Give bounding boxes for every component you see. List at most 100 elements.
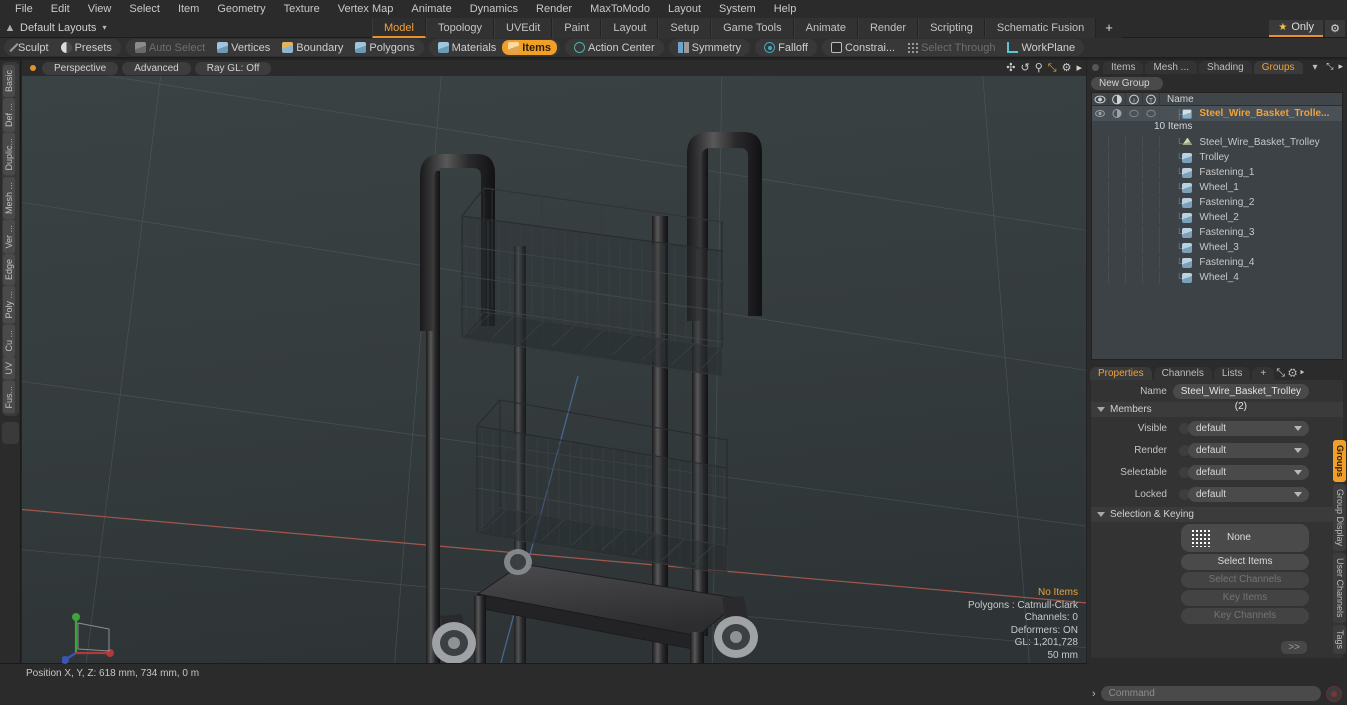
row-toggle-cell[interactable] [1092,151,1109,164]
property-dropdown-visible[interactable]: default [1188,420,1309,436]
layout-tab-game-tools[interactable]: Game Tools [711,18,794,38]
groups-tab-caret[interactable]: ▾ [1305,61,1326,74]
side-tab-groups[interactable]: Groups [1333,440,1346,483]
tool-materials[interactable]: Materials [432,40,503,55]
panel-tab-groups[interactable]: Groups [1253,60,1303,74]
row-toggle-cell[interactable] [1143,271,1160,284]
side-tab-tags[interactable]: Tags [1333,624,1346,654]
properties-tab-[interactable]: + [1252,366,1275,380]
tool-items[interactable]: Items [502,40,558,55]
zoom-icon[interactable]: ⚲ [1035,61,1043,75]
row-toggle-cell[interactable] [1126,226,1143,239]
table-row[interactable]: └ Steel_Wire_Basket_Trolley [1092,135,1342,150]
menu-item-dynamics[interactable]: Dynamics [461,0,527,18]
eye-icon[interactable] [1092,93,1109,106]
left-tab-ver[interactable]: Ver ... [3,219,15,254]
row-toggle-cell[interactable] [1143,151,1160,164]
table-row[interactable]: └ Wheel_2 [1092,210,1342,225]
layout-preset-icon[interactable]: ▲ [0,22,20,34]
layout-tab-paint[interactable]: Paint [552,18,602,38]
layout-preset-label[interactable]: Default Layouts [20,22,100,34]
left-tab-basic[interactable]: Basic [3,65,15,98]
viewport-raygl-button[interactable]: Ray GL: Off [194,61,272,75]
table-row[interactable]: └ Fastening_1 [1092,165,1342,180]
table-row[interactable]: └ Fastening_2 [1092,195,1342,210]
row-toggle-cell[interactable] [1126,196,1143,209]
table-row[interactable]: └ Trolley [1092,150,1342,165]
row-toggle-cell[interactable] [1092,166,1109,179]
render-icon[interactable] [1109,93,1126,106]
row-toggle-cell[interactable] [1109,196,1126,209]
tool-action-center[interactable]: Action Center [568,40,661,55]
left-tab-def[interactable]: Def ... [3,98,15,133]
pan-icon[interactable]: ✣ [1006,61,1015,75]
layout-tab-animate[interactable]: Animate [793,18,858,38]
viewport-projection-button[interactable]: Perspective [42,61,119,75]
viewport-canvas[interactable]: No Items Polygons : Catmull-Clark Channels… [22,76,1086,682]
chevron-right-icon[interactable]: ▸ [1300,367,1304,379]
tool-polygons[interactable]: Polygons [349,40,420,55]
menu-item-geometry[interactable]: Geometry [208,0,274,18]
table-row-selected-group[interactable]: ├ Steel_Wire_Basket_Trolle... [1092,106,1342,121]
tool-presets[interactable]: Presets [55,40,118,55]
menu-item-system[interactable]: System [710,0,765,18]
tool-vertices[interactable]: Vertices [211,40,276,55]
menu-item-layout[interactable]: Layout [659,0,710,18]
row-toggle-cell[interactable] [1109,241,1126,254]
properties-tab-properties[interactable]: Properties [1090,366,1152,380]
row-toggle-cell[interactable] [1126,271,1143,284]
lock-icon[interactable]: i [1126,93,1143,106]
row-toggle-cell[interactable] [1126,211,1143,224]
chevron-right-icon[interactable]: ▸ [1076,61,1082,75]
selection-set-button[interactable]: None [1181,524,1309,552]
row-render-toggle[interactable] [1109,107,1126,120]
row-toggle-cell[interactable] [1143,226,1160,239]
menu-item-file[interactable]: File [6,0,42,18]
menu-item-texture[interactable]: Texture [275,0,329,18]
layout-tab-uvedit[interactable]: UVEdit [494,18,553,38]
left-tab-cu[interactable]: Cu ... [3,324,15,357]
gear-icon[interactable]: ⚙ [1288,367,1297,379]
groups-tree[interactable]: i T Name ├ Steel_Wire_Basket_Trolle... 1… [1091,92,1343,360]
left-tab-mesh[interactable]: Mesh ... [3,176,15,219]
layout-tab-layout[interactable]: Layout [601,18,659,38]
command-input[interactable]: Command [1100,686,1321,701]
row-toggle-cell[interactable] [1109,226,1126,239]
menu-item-maxtomodo[interactable]: MaxToModo [581,0,659,18]
menu-item-render[interactable]: Render [527,0,581,18]
row-lock-toggle[interactable] [1126,107,1143,120]
layout-tab-topology[interactable]: Topology [425,18,495,38]
panel-tab-mesh[interactable]: Mesh ... [1145,60,1198,74]
row-toggle-cell[interactable] [1143,241,1160,254]
menu-item-animate[interactable]: Animate [402,0,460,18]
more-options-button[interactable]: >> [1281,641,1307,654]
row-toggle-cell[interactable] [1143,181,1160,194]
tool-auto-select[interactable]: Auto Select [129,40,211,55]
row-toggle-cell[interactable] [1109,166,1126,179]
name-field[interactable]: Steel_Wire_Basket_Trolley (2) [1172,383,1309,412]
row-toggle-cell[interactable] [1126,181,1143,194]
fit-icon[interactable]: ⤡ [1048,61,1057,75]
row-select-toggle[interactable] [1143,107,1160,120]
viewport-menu-dot-icon[interactable] [30,65,36,71]
gear-icon[interactable]: ⚙ [1325,19,1345,37]
property-dropdown-render[interactable]: default [1188,442,1309,458]
viewport-shading-button[interactable]: Advanced [122,61,191,75]
row-eye-toggle[interactable] [1092,107,1109,120]
row-toggle-cell[interactable] [1143,211,1160,224]
side-tab-user-channels[interactable]: User Channels [1333,553,1346,623]
table-row[interactable]: └ Wheel_1 [1092,180,1342,195]
layout-preset-caret[interactable]: ▾ [102,23,106,32]
chevron-right-icon[interactable]: ▸ [1338,61,1343,72]
expand-icon[interactable]: ⤡ [1326,61,1333,72]
panel-menu-dot-icon[interactable] [1092,63,1099,71]
row-toggle-cell[interactable] [1126,136,1143,149]
table-row[interactable]: └ Wheel_3 [1092,240,1342,255]
layout-tab-schematic-fusion[interactable]: Schematic Fusion [984,18,1097,38]
layout-tab-scripting[interactable]: Scripting [918,18,985,38]
row-toggle-cell[interactable] [1092,211,1109,224]
row-toggle-cell[interactable] [1126,241,1143,254]
menu-item-select[interactable]: Select [120,0,169,18]
row-toggle-cell[interactable] [1092,256,1109,269]
row-toggle-cell[interactable] [1109,151,1126,164]
